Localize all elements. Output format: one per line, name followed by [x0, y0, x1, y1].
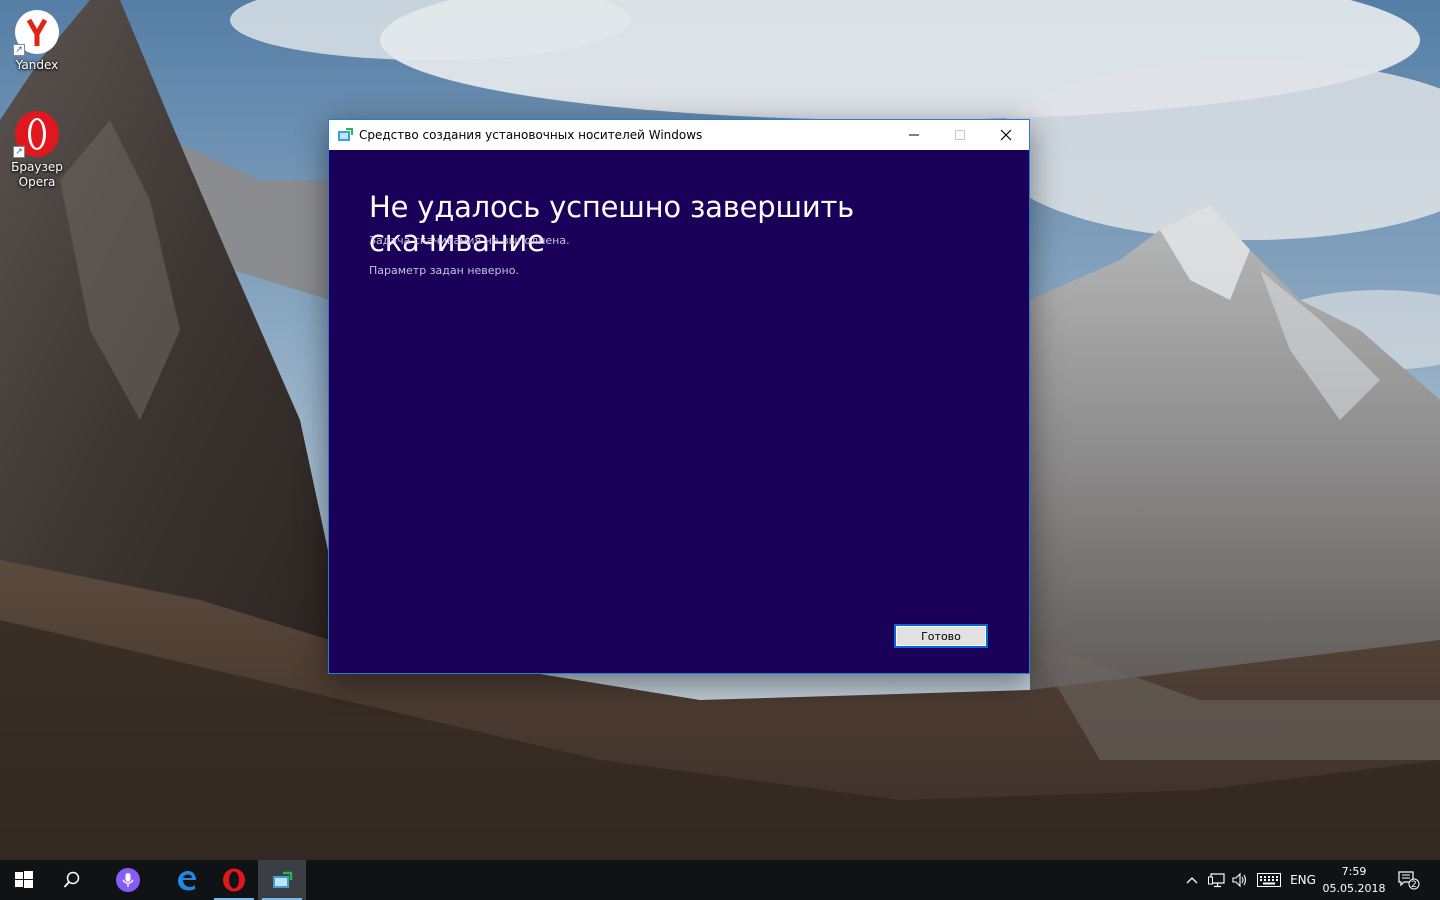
minimize-icon [909, 134, 919, 136]
clock-time: 7:59 [1341, 865, 1367, 878]
media-creation-tool-icon [273, 871, 293, 888]
clock-date: 05.05.2018 [1322, 882, 1386, 895]
touch-keyboard-button[interactable] [1255, 860, 1283, 900]
clock[interactable]: 7:59 05.05.2018 [1318, 860, 1390, 900]
media-creation-tool-taskbar-button[interactable] [258, 860, 306, 900]
network-icon [1208, 873, 1225, 888]
keyboard-icon [1257, 873, 1281, 887]
opera-icon [223, 868, 245, 892]
window-titlebar[interactable]: Средство создания установочных носителей… [329, 120, 1029, 150]
done-button[interactable]: Готово [894, 624, 988, 648]
maximize-button [937, 120, 983, 150]
close-icon [1000, 129, 1012, 141]
error-message-parameter: Параметр задан неверно. [369, 264, 519, 277]
media-creation-tool-icon [337, 127, 353, 143]
language-indicator[interactable]: ENG [1288, 860, 1318, 900]
cortana-microphone-icon [116, 868, 140, 892]
desktop-icon-label: Yandex [15, 58, 59, 72]
windows-start-icon [15, 871, 33, 888]
edge-button[interactable] [162, 860, 210, 900]
minimize-button[interactable] [891, 120, 937, 150]
search-button[interactable] [48, 860, 96, 900]
notifications-count: 2 [1411, 880, 1417, 890]
opera-browser-icon: ↗ [13, 110, 61, 158]
search-icon [63, 871, 80, 888]
start-button[interactable] [0, 860, 48, 900]
yandex-browser-icon: ↗ [13, 8, 61, 56]
network-button[interactable] [1205, 860, 1229, 900]
error-heading: Не удалось успешно завершить скачивание [369, 190, 855, 258]
desktop-icon-yandex[interactable]: ↗ Yandex [0, 8, 74, 73]
opera-button[interactable] [210, 860, 258, 900]
edge-icon [178, 871, 196, 891]
taskbar: ENG 2 [0, 860, 1440, 900]
action-center-button[interactable]: 2 [1392, 860, 1426, 900]
error-message-task: Задача скачивания не выполнена. [369, 234, 570, 247]
volume-button[interactable] [1229, 860, 1251, 900]
desktop-icon-opera[interactable]: ↗ Браузер Opera [0, 110, 74, 190]
close-button[interactable] [983, 120, 1029, 150]
cortana-button[interactable] [104, 860, 152, 900]
maximize-icon [955, 130, 965, 140]
media-creation-tool-window: Средство создания установочных носителей… [328, 119, 1030, 674]
desktop-icon-label: Браузер Opera [11, 160, 63, 189]
window-title: Средство создания установочных носителей… [359, 128, 703, 142]
chevron-up-icon [1186, 877, 1198, 884]
speaker-icon [1232, 872, 1247, 888]
window-content: Не удалось успешно завершить скачивание … [329, 150, 1029, 673]
show-hidden-icons-button[interactable] [1182, 860, 1202, 900]
